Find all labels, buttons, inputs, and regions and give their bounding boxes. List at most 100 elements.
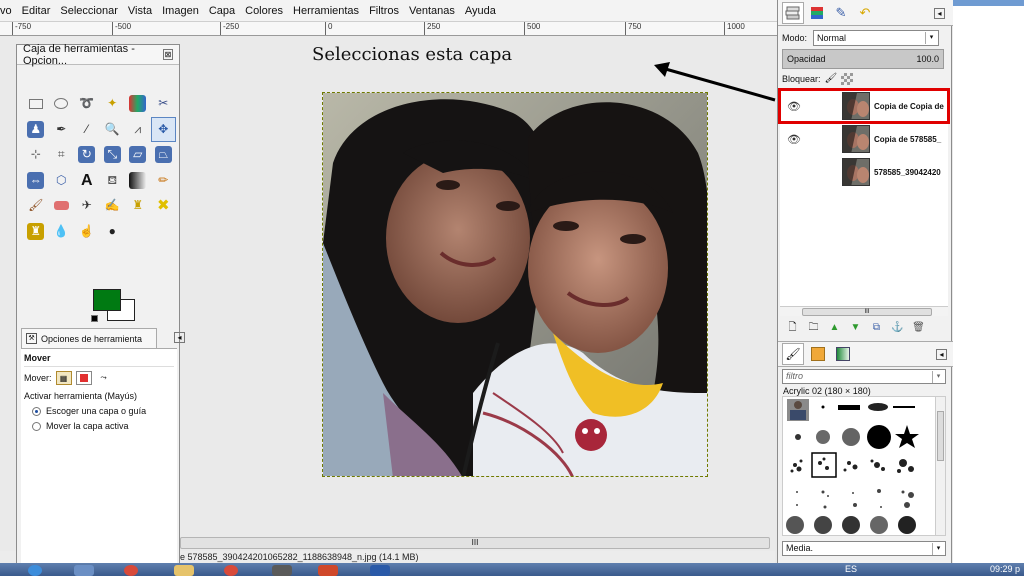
move-tool[interactable]: ✥ bbox=[150, 116, 176, 142]
tab-menu-icon[interactable]: ◂ bbox=[174, 332, 185, 343]
taskbar-app-browser[interactable] bbox=[224, 565, 238, 576]
heal-tool[interactable]: ✖ bbox=[151, 193, 177, 219]
move-layer-mode-icon[interactable]: ▦ bbox=[55, 371, 72, 385]
radio-button[interactable] bbox=[32, 421, 41, 431]
eye-icon[interactable]: 👁 bbox=[780, 100, 808, 113]
select-by-color-tool[interactable] bbox=[125, 91, 151, 117]
menu-item-help[interactable]: Ayuda bbox=[460, 5, 501, 17]
scale-tool[interactable]: ⤡ bbox=[100, 142, 126, 168]
horizontal-ruler[interactable]: -750 -500 -250 0 250 500 750 1000 bbox=[0, 22, 780, 36]
menu-item-layer[interactable]: Capa bbox=[204, 5, 240, 17]
taskbar-app-folder[interactable] bbox=[174, 565, 194, 576]
blur-tool[interactable]: 💧 bbox=[49, 219, 75, 245]
opacity-slider[interactable]: Opacidad 100.0 bbox=[782, 49, 944, 69]
taskbar-clock[interactable]: 09:29 p bbox=[990, 564, 1020, 574]
lock-alpha-icon[interactable] bbox=[840, 73, 853, 85]
clone-tool[interactable]: ♜ bbox=[125, 193, 151, 219]
bucket-fill-tool[interactable]: ⛾ bbox=[100, 168, 126, 194]
perspective-tool[interactable]: ⏢ bbox=[151, 142, 177, 168]
brush-grid[interactable] bbox=[782, 396, 946, 536]
menu-item-filters[interactable]: Filtros bbox=[364, 5, 404, 17]
new-layer-icon[interactable]: 🗋 bbox=[786, 321, 799, 334]
crop-tool[interactable]: ⌗ bbox=[49, 142, 75, 168]
toolbox-titlebar[interactable]: Caja de herramientas - Opcion... ⊠ bbox=[17, 43, 179, 67]
move-selection-mode-icon[interactable] bbox=[75, 371, 92, 385]
tab-patterns[interactable] bbox=[807, 343, 829, 365]
scrollbar-thumb[interactable] bbox=[937, 411, 944, 461]
move-path-mode-icon[interactable]: ⤳ bbox=[96, 371, 112, 385]
text-tool[interactable]: A bbox=[74, 168, 100, 194]
brush-filter-input[interactable]: filtro ▾ bbox=[782, 369, 946, 384]
anchor-icon[interactable]: ⚓ bbox=[891, 321, 904, 334]
fuzzy-select-tool[interactable]: ✦ bbox=[100, 91, 126, 117]
menu-item-edit[interactable]: Editar bbox=[17, 5, 56, 17]
shear-tool[interactable]: ▱ bbox=[125, 142, 151, 168]
color-selector[interactable] bbox=[75, 289, 139, 325]
layer-row[interactable]: 👁 Copia de 578585_ bbox=[780, 123, 948, 155]
close-icon[interactable]: ⊠ bbox=[163, 49, 173, 60]
rotate-tool[interactable]: ↻ bbox=[74, 142, 100, 168]
smudge-tool[interactable]: ☝ bbox=[74, 219, 100, 245]
radio-button[interactable] bbox=[32, 406, 41, 416]
duplicate-layer-icon[interactable]: ⧉ bbox=[870, 321, 883, 334]
color-picker-tool[interactable]: ⁄ bbox=[74, 117, 100, 143]
foreground-select-tool[interactable]: ♟ bbox=[23, 117, 49, 143]
align-tool[interactable]: ⊹ bbox=[23, 142, 49, 168]
canvas-image[interactable] bbox=[322, 92, 708, 477]
free-select-tool[interactable]: ➰ bbox=[74, 91, 100, 117]
taskbar-app-powerpoint[interactable] bbox=[318, 565, 338, 576]
layer-mode-select[interactable]: Normal ▾ bbox=[813, 30, 940, 46]
layer-name[interactable]: 578585_39042420 bbox=[874, 168, 944, 177]
ellipse-select-tool[interactable] bbox=[49, 91, 75, 117]
tab-undo-history[interactable]: ↶ bbox=[854, 2, 876, 24]
menu-item-windows[interactable]: Ventanas bbox=[404, 5, 460, 17]
lower-layer-icon[interactable]: ▼ bbox=[849, 321, 862, 334]
measure-tool[interactable]: ⩘ bbox=[125, 117, 151, 143]
eraser-tool[interactable] bbox=[49, 193, 75, 219]
menu-item-image[interactable]: Imagen bbox=[157, 5, 204, 17]
layer-row[interactable]: 👁 Copia de Copia de bbox=[778, 88, 950, 124]
taskbar-app-gimp[interactable] bbox=[272, 565, 292, 576]
layer-name[interactable]: Copia de Copia de bbox=[874, 102, 944, 111]
menu-item-tools[interactable]: Herramientas bbox=[288, 5, 364, 17]
radio-pick-layer[interactable]: Escoger una capa o guía bbox=[24, 406, 174, 416]
scissors-tool[interactable]: ✂ bbox=[151, 91, 177, 117]
menu-item-view[interactable]: Vista bbox=[123, 5, 157, 17]
tab-layers[interactable] bbox=[782, 1, 804, 24]
lock-pixels-icon[interactable]: 🖌 bbox=[825, 73, 838, 85]
language-indicator[interactable]: ES bbox=[845, 564, 857, 574]
rect-select-tool[interactable] bbox=[23, 91, 49, 117]
zoom-tool[interactable]: 🔍 bbox=[100, 117, 126, 143]
raise-layer-icon[interactable]: ▲ bbox=[828, 321, 841, 334]
menu-item-colors[interactable]: Colores bbox=[240, 5, 288, 17]
tool-options-tab[interactable]: ⚒ Opciones de herramienta bbox=[21, 328, 157, 348]
airbrush-tool[interactable]: ✈ bbox=[74, 193, 100, 219]
radio-move-active-layer[interactable]: Mover la capa activa bbox=[24, 421, 174, 431]
taskbar-app-word[interactable] bbox=[370, 565, 390, 576]
pencil-tool[interactable]: ✏ bbox=[151, 168, 177, 194]
layer-row[interactable]: 578585_39042420 bbox=[780, 156, 948, 188]
layers-scrollbar[interactable]: III bbox=[780, 306, 948, 316]
paths-tool[interactable]: ✒ bbox=[49, 117, 75, 143]
layer-name[interactable]: Copia de 578585_ bbox=[874, 135, 944, 144]
eye-icon[interactable]: 👁 bbox=[780, 133, 808, 146]
dock-menu-icon[interactable]: ◂ bbox=[934, 8, 945, 19]
tab-gradients[interactable] bbox=[832, 343, 854, 365]
scrollbar-thumb[interactable]: III bbox=[802, 308, 932, 316]
blend-tool[interactable] bbox=[125, 168, 151, 194]
delete-layer-icon[interactable]: 🗑 bbox=[912, 321, 925, 334]
menu-item-select[interactable]: Seleccionar bbox=[55, 5, 122, 17]
dodge-burn-tool[interactable]: ● bbox=[100, 219, 126, 245]
perspective-clone-tool[interactable]: ♜ bbox=[23, 219, 49, 245]
cage-transform-tool[interactable]: ⬡ bbox=[49, 168, 75, 194]
brush-dock-menu-icon[interactable]: ◂ bbox=[936, 349, 947, 360]
paintbrush-tool[interactable]: 🖌 bbox=[23, 193, 49, 219]
menu-item-file[interactable]: vo bbox=[0, 5, 17, 17]
scrollbar-thumb[interactable]: III bbox=[180, 537, 770, 549]
ink-tool[interactable]: ✍ bbox=[100, 193, 126, 219]
tab-paths[interactable]: ✎ bbox=[830, 2, 852, 24]
brush-scrollbar[interactable] bbox=[935, 397, 945, 535]
taskbar-app-explorer[interactable] bbox=[74, 565, 94, 576]
flip-tool[interactable]: ⇔ bbox=[23, 168, 49, 194]
new-layer-group-icon[interactable]: 🗀 bbox=[807, 321, 820, 334]
